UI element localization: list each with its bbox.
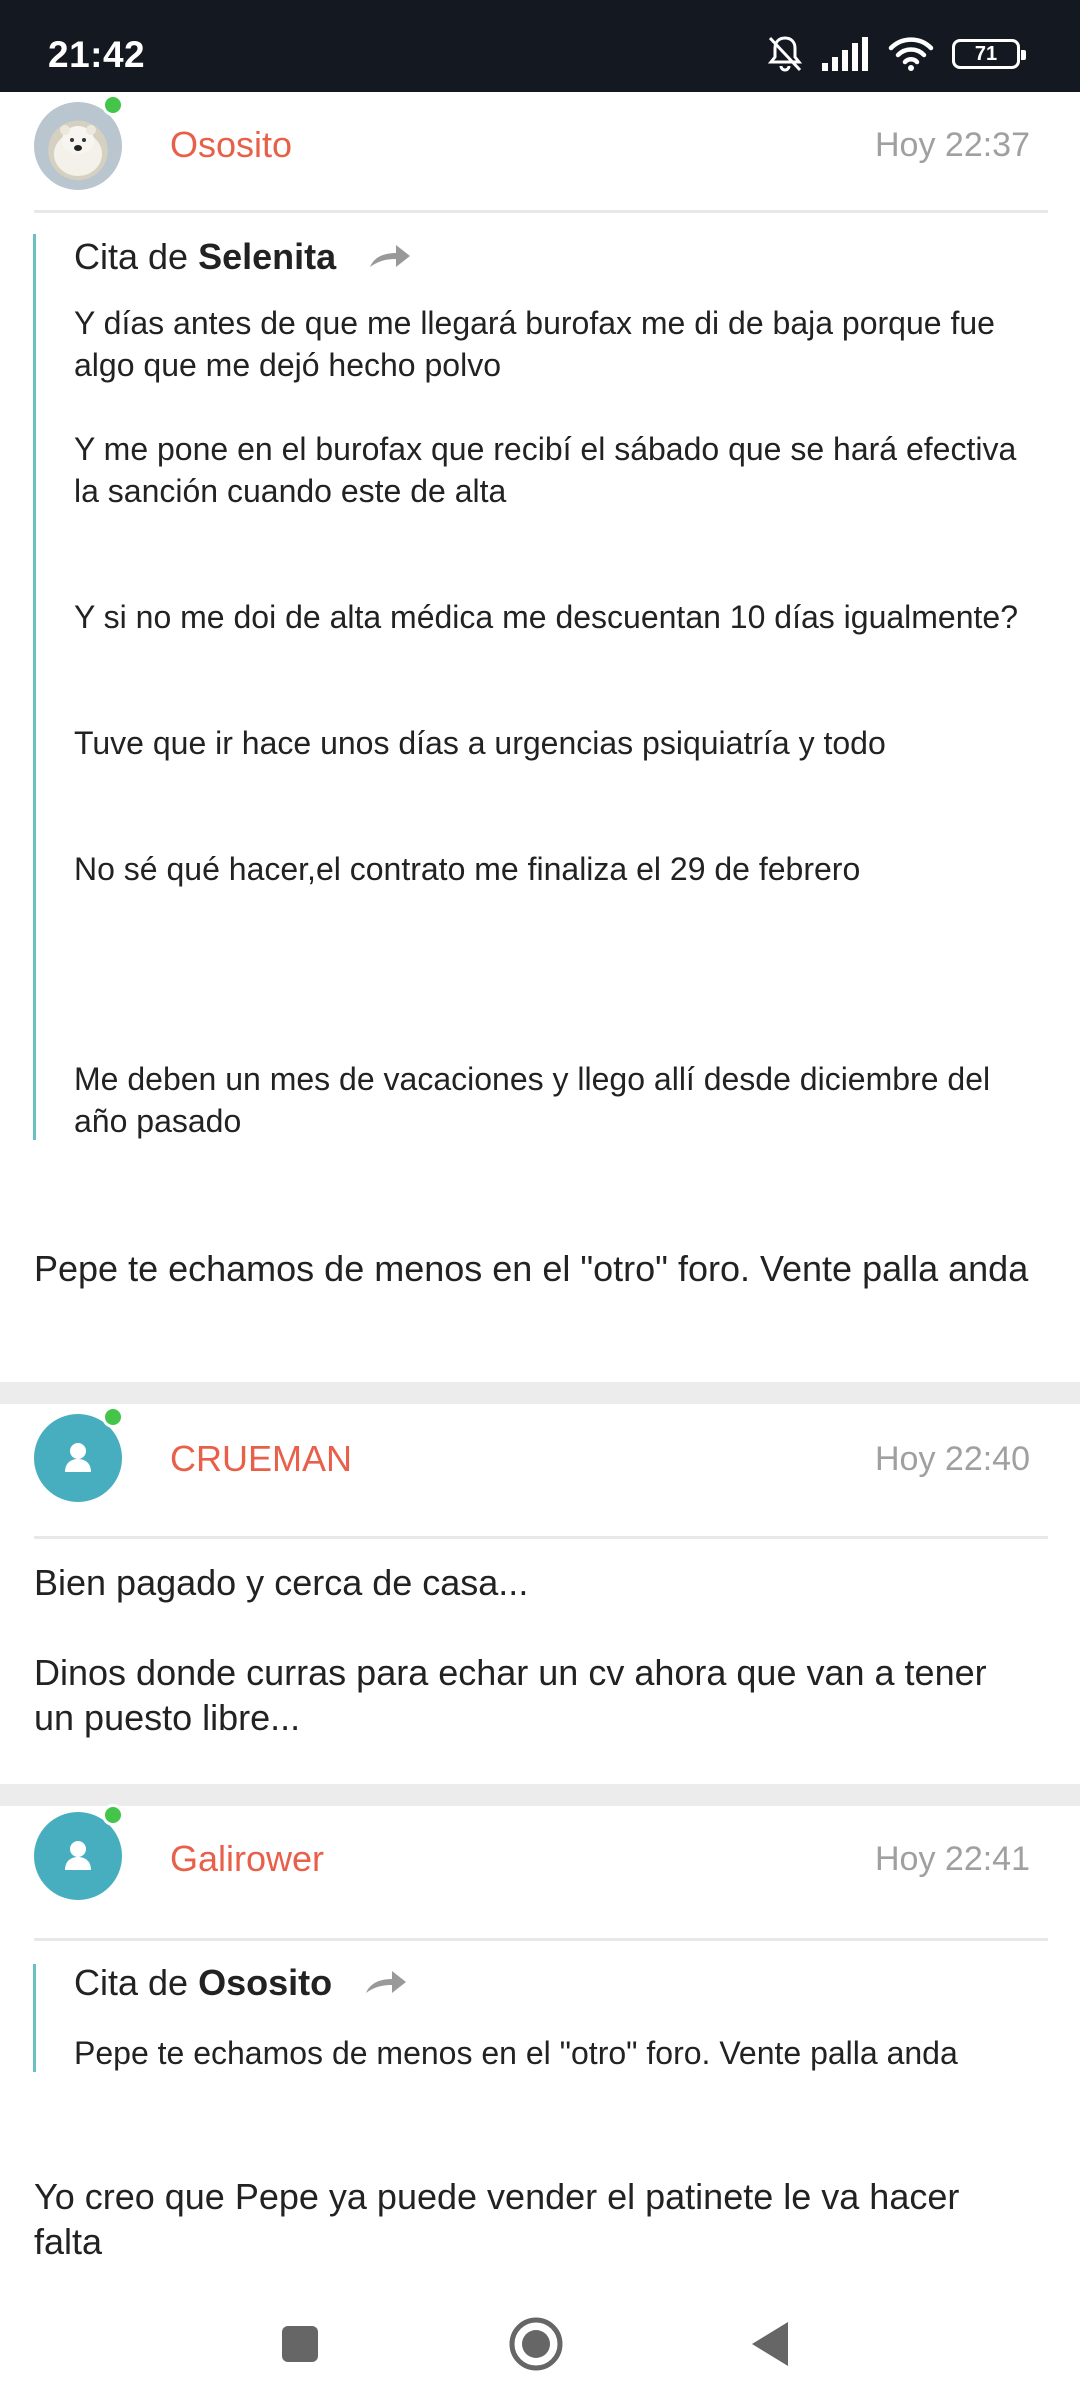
- post-body: Bien pagado y cerca de casa...: [34, 1562, 529, 1603]
- share-arrow-icon[interactable]: [364, 1967, 408, 1997]
- status-time: 21:42: [48, 34, 146, 75]
- divider: [34, 210, 1048, 213]
- signal-icon: [822, 37, 868, 71]
- post-header: CRUEMAN Hoy 22:40: [0, 1404, 1080, 1524]
- post-time: Hoy 22:41: [875, 1840, 1030, 1878]
- status-bar: 21:42 71: [0, 0, 1080, 92]
- quote-author[interactable]: Ososito: [198, 1962, 332, 2003]
- thread-content[interactable]: Ososito Hoy 22:37 Cita de Selenita Y día…: [0, 92, 1080, 2288]
- avatar[interactable]: [34, 1406, 124, 1502]
- quote-paragraph: Me deben un mes de vacaciones y llego al…: [74, 1061, 991, 1139]
- quote-bar: [33, 1964, 36, 2072]
- post-username[interactable]: Ososito: [170, 124, 292, 166]
- post-body: Yo creo que Pepe ya puede vender el pati…: [34, 2176, 960, 2262]
- navigation-bar: [0, 2288, 1080, 2400]
- quote-paragraph: Pepe te echamos de menos en el "otro" fo…: [74, 2035, 958, 2071]
- post-header: Galirower Hoy 22:41: [0, 1804, 1080, 1926]
- quote-paragraph: Y si no me doi de alta médica me descuen…: [74, 599, 1018, 635]
- post-header: Ososito Hoy 22:37: [0, 92, 1080, 212]
- quote-bar: [33, 234, 36, 1140]
- status-icons: 71: [766, 34, 1026, 74]
- quote-paragraph: No sé qué hacer,el contrato me finaliza …: [74, 851, 861, 887]
- quote-paragraph: Y días antes de que me llegará burofax m…: [74, 305, 995, 383]
- quote-prefix: Cita de: [74, 1962, 189, 2003]
- post-time: Hoy 22:40: [875, 1440, 1030, 1478]
- post-username[interactable]: Galirower: [170, 1838, 324, 1880]
- divider: [34, 1536, 1048, 1539]
- battery-level: 71: [974, 42, 998, 65]
- quote-paragraph: Y me pone en el burofax que recibí el sá…: [74, 431, 1017, 509]
- post-separator: [0, 1382, 1080, 1404]
- online-indicator: [102, 94, 124, 116]
- avatar[interactable]: [34, 1804, 124, 1900]
- online-indicator: [102, 1804, 124, 1826]
- post-time: Hoy 22:37: [875, 126, 1030, 164]
- quote-prefix: Cita de: [74, 236, 189, 277]
- quote-author[interactable]: Selenita: [198, 236, 336, 277]
- quote-paragraph: Tuve que ir hace unos días a urgencias p…: [74, 725, 886, 761]
- battery-icon: 71: [952, 39, 1026, 69]
- avatar[interactable]: [34, 94, 124, 190]
- share-arrow-icon[interactable]: [368, 241, 412, 271]
- post-body: Pepe te echamos de menos en el "otro" fo…: [34, 1248, 1029, 1289]
- online-indicator: [102, 1406, 124, 1428]
- wifi-icon: [888, 37, 934, 71]
- post-separator: [0, 1784, 1080, 1806]
- mute-icon: [767, 36, 803, 72]
- divider: [34, 1938, 1048, 1941]
- post-username[interactable]: CRUEMAN: [170, 1438, 352, 1480]
- quote-header: Cita de Ososito: [74, 1962, 408, 2004]
- home-button[interactable]: [508, 2316, 564, 2372]
- post-body: Dinos donde curras para echar un cv ahor…: [34, 1652, 987, 1738]
- recents-button[interactable]: [280, 2324, 320, 2364]
- back-button[interactable]: [748, 2320, 792, 2368]
- quote-header: Cita de Selenita: [74, 236, 412, 278]
